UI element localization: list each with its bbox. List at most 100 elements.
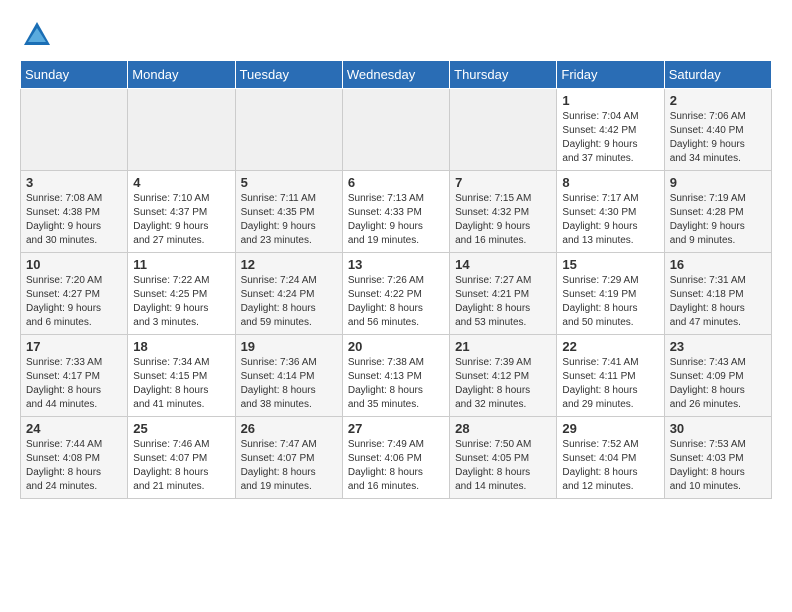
calendar-cell: 24Sunrise: 7:44 AM Sunset: 4:08 PM Dayli… — [21, 417, 128, 499]
calendar-header-monday: Monday — [128, 61, 235, 89]
calendar-cell: 7 Sunrise: 7:15 AM Sunset: 4:32 PM Daylig… — [450, 171, 557, 253]
calendar-header-saturday: Saturday — [664, 61, 771, 89]
calendar-cell — [450, 89, 557, 171]
day-number: 18 — [133, 339, 229, 354]
calendar-cell — [235, 89, 342, 171]
day-info: Sunrise: 7:49 AM Sunset: 4:06 PM Dayligh… — [348, 438, 444, 494]
day-info: Sunrise: 7:22 AM Sunset: 4:25 PM Dayligh… — [133, 274, 229, 330]
calendar-cell: 30 Sunrise: 7:53 AM Sunset: 4:03 PM Dayli… — [664, 417, 771, 499]
day-info: Sunrise: 7:06 AM Sunset: 4:40 PM Dayligh… — [670, 110, 766, 166]
day-info: Sunrise: 7:24 AM Sunset: 4:24 PM Dayligh… — [241, 274, 337, 330]
calendar-cell: 9 Sunrise: 7:19 AM Sunset: 4:28 PM Daylig… — [664, 171, 771, 253]
day-number: 16 — [670, 257, 766, 272]
calendar-header-sunday: Sunday — [21, 61, 128, 89]
calendar-cell: 10Sunrise: 7:20 AM Sunset: 4:27 PM Dayli… — [21, 253, 128, 335]
day-info: Sunrise: 7:08 AM Sunset: 4:38 PM Dayligh… — [26, 192, 122, 248]
day-number: 20 — [348, 339, 444, 354]
day-info: Sunrise: 7:44 AM Sunset: 4:08 PM Dayligh… — [26, 438, 122, 494]
calendar-header-tuesday: Tuesday — [235, 61, 342, 89]
day-number: 11 — [133, 257, 229, 272]
day-info: Sunrise: 7:13 AM Sunset: 4:33 PM Dayligh… — [348, 192, 444, 248]
day-number: 9 — [670, 175, 766, 190]
day-info: Sunrise: 7:53 AM Sunset: 4:03 PM Dayligh… — [670, 438, 766, 494]
calendar-cell: 29 Sunrise: 7:52 AM Sunset: 4:04 PM Dayli… — [557, 417, 664, 499]
day-info: Sunrise: 7:27 AM Sunset: 4:21 PM Dayligh… — [455, 274, 551, 330]
page-header — [20, 20, 772, 50]
day-info: Sunrise: 7:04 AM Sunset: 4:42 PM Dayligh… — [562, 110, 658, 166]
day-number: 19 — [241, 339, 337, 354]
day-number: 8 — [562, 175, 658, 190]
calendar-header-row: SundayMondayTuesdayWednesdayThursdayFrid… — [21, 61, 772, 89]
calendar-cell: 26 Sunrise: 7:47 AM Sunset: 4:07 PM Dayli… — [235, 417, 342, 499]
calendar-table: SundayMondayTuesdayWednesdayThursdayFrid… — [20, 60, 772, 499]
calendar-header-thursday: Thursday — [450, 61, 557, 89]
day-number: 30 — [670, 421, 766, 436]
calendar-header-friday: Friday — [557, 61, 664, 89]
day-number: 2 — [670, 93, 766, 108]
calendar-cell: 18 Sunrise: 7:34 AM Sunset: 4:15 PM Dayli… — [128, 335, 235, 417]
calendar-cell: 25 Sunrise: 7:46 AM Sunset: 4:07 PM Dayli… — [128, 417, 235, 499]
calendar-header-wednesday: Wednesday — [342, 61, 449, 89]
day-info: Sunrise: 7:34 AM Sunset: 4:15 PM Dayligh… — [133, 356, 229, 412]
day-number: 1 — [562, 93, 658, 108]
day-number: 28 — [455, 421, 551, 436]
calendar-cell: 28 Sunrise: 7:50 AM Sunset: 4:05 PM Dayli… — [450, 417, 557, 499]
day-number: 23 — [670, 339, 766, 354]
calendar-cell: 20 Sunrise: 7:38 AM Sunset: 4:13 PM Dayli… — [342, 335, 449, 417]
day-info: Sunrise: 7:38 AM Sunset: 4:13 PM Dayligh… — [348, 356, 444, 412]
day-number: 7 — [455, 175, 551, 190]
day-number: 17 — [26, 339, 122, 354]
day-info: Sunrise: 7:33 AM Sunset: 4:17 PM Dayligh… — [26, 356, 122, 412]
day-number: 13 — [348, 257, 444, 272]
day-number: 4 — [133, 175, 229, 190]
calendar-cell: 17 Sunrise: 7:33 AM Sunset: 4:17 PM Dayli… — [21, 335, 128, 417]
calendar-cell: 5 Sunrise: 7:11 AM Sunset: 4:35 PM Daylig… — [235, 171, 342, 253]
day-number: 25 — [133, 421, 229, 436]
day-number: 22 — [562, 339, 658, 354]
day-info: Sunrise: 7:26 AM Sunset: 4:22 PM Dayligh… — [348, 274, 444, 330]
day-number: 5 — [241, 175, 337, 190]
day-info: Sunrise: 7:46 AM Sunset: 4:07 PM Dayligh… — [133, 438, 229, 494]
calendar-week-4: 17 Sunrise: 7:33 AM Sunset: 4:17 PM Dayli… — [21, 335, 772, 417]
calendar-cell: 8Sunrise: 7:17 AM Sunset: 4:30 PM Daylig… — [557, 171, 664, 253]
calendar-cell: 12 Sunrise: 7:24 AM Sunset: 4:24 PM Dayli… — [235, 253, 342, 335]
calendar-cell: 16 Sunrise: 7:31 AM Sunset: 4:18 PM Dayli… — [664, 253, 771, 335]
day-info: Sunrise: 7:43 AM Sunset: 4:09 PM Dayligh… — [670, 356, 766, 412]
day-info: Sunrise: 7:52 AM Sunset: 4:04 PM Dayligh… — [562, 438, 658, 494]
day-info: Sunrise: 7:29 AM Sunset: 4:19 PM Dayligh… — [562, 274, 658, 330]
day-info: Sunrise: 7:20 AM Sunset: 4:27 PM Dayligh… — [26, 274, 122, 330]
day-number: 14 — [455, 257, 551, 272]
calendar-cell: 2 Sunrise: 7:06 AM Sunset: 4:40 PM Daylig… — [664, 89, 771, 171]
calendar-cell: 23 Sunrise: 7:43 AM Sunset: 4:09 PM Dayli… — [664, 335, 771, 417]
day-number: 6 — [348, 175, 444, 190]
day-number: 26 — [241, 421, 337, 436]
day-info: Sunrise: 7:36 AM Sunset: 4:14 PM Dayligh… — [241, 356, 337, 412]
calendar-cell: 27Sunrise: 7:49 AM Sunset: 4:06 PM Dayli… — [342, 417, 449, 499]
day-info: Sunrise: 7:41 AM Sunset: 4:11 PM Dayligh… — [562, 356, 658, 412]
calendar-cell: 13 Sunrise: 7:26 AM Sunset: 4:22 PM Dayli… — [342, 253, 449, 335]
calendar-week-2: 3 Sunrise: 7:08 AM Sunset: 4:38 PM Daylig… — [21, 171, 772, 253]
calendar-week-3: 10Sunrise: 7:20 AM Sunset: 4:27 PM Dayli… — [21, 253, 772, 335]
calendar-cell: 4 Sunrise: 7:10 AM Sunset: 4:37 PM Daylig… — [128, 171, 235, 253]
calendar-cell: 19 Sunrise: 7:36 AM Sunset: 4:14 PM Dayli… — [235, 335, 342, 417]
day-info: Sunrise: 7:19 AM Sunset: 4:28 PM Dayligh… — [670, 192, 766, 248]
logo-icon — [22, 20, 52, 50]
calendar-body: 1 Sunrise: 7:04 AM Sunset: 4:42 PM Daylig… — [21, 89, 772, 499]
day-number: 29 — [562, 421, 658, 436]
day-info: Sunrise: 7:47 AM Sunset: 4:07 PM Dayligh… — [241, 438, 337, 494]
day-info: Sunrise: 7:11 AM Sunset: 4:35 PM Dayligh… — [241, 192, 337, 248]
day-number: 21 — [455, 339, 551, 354]
calendar-cell — [342, 89, 449, 171]
day-number: 12 — [241, 257, 337, 272]
day-info: Sunrise: 7:15 AM Sunset: 4:32 PM Dayligh… — [455, 192, 551, 248]
day-info: Sunrise: 7:10 AM Sunset: 4:37 PM Dayligh… — [133, 192, 229, 248]
calendar-cell: 21Sunrise: 7:39 AM Sunset: 4:12 PM Dayli… — [450, 335, 557, 417]
calendar-cell: 6 Sunrise: 7:13 AM Sunset: 4:33 PM Daylig… — [342, 171, 449, 253]
calendar-cell: 1 Sunrise: 7:04 AM Sunset: 4:42 PM Daylig… — [557, 89, 664, 171]
calendar-cell: 11 Sunrise: 7:22 AM Sunset: 4:25 PM Dayli… — [128, 253, 235, 335]
day-info: Sunrise: 7:31 AM Sunset: 4:18 PM Dayligh… — [670, 274, 766, 330]
day-number: 3 — [26, 175, 122, 190]
day-info: Sunrise: 7:50 AM Sunset: 4:05 PM Dayligh… — [455, 438, 551, 494]
calendar-cell — [128, 89, 235, 171]
calendar-week-5: 24Sunrise: 7:44 AM Sunset: 4:08 PM Dayli… — [21, 417, 772, 499]
